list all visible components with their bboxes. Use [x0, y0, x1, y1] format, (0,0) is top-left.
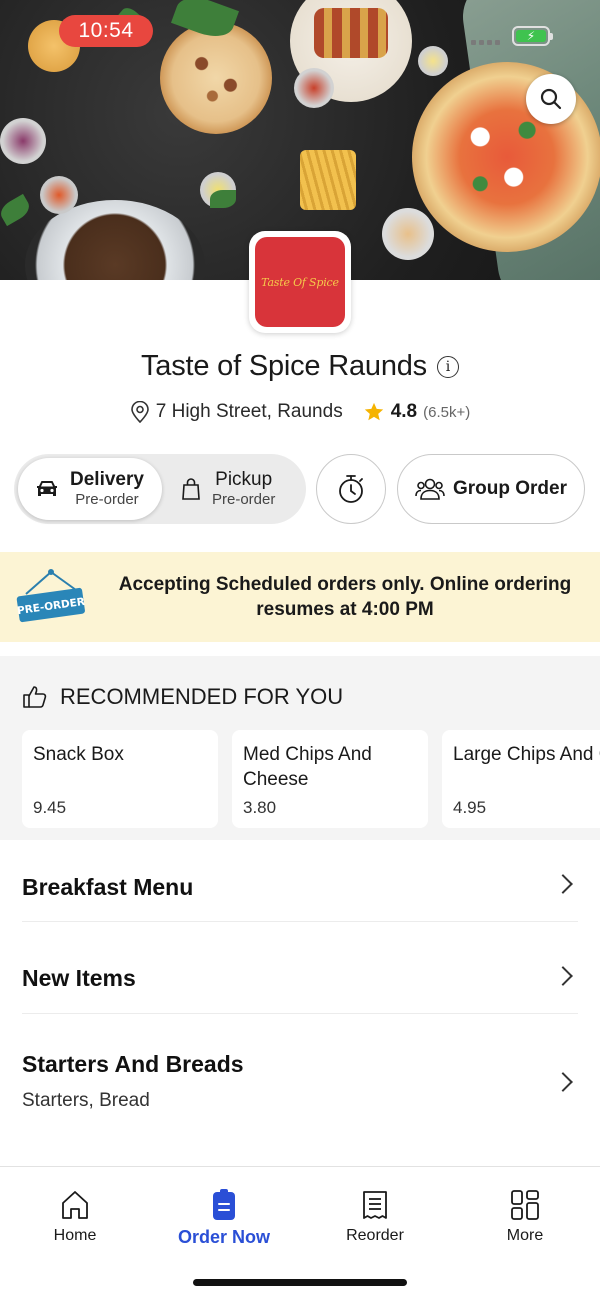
delivery-option[interactable]: Delivery Pre-order — [18, 458, 162, 520]
menu-category-new-items[interactable]: New Items — [22, 922, 578, 1014]
location-pin-icon — [130, 401, 149, 423]
chevron-right-icon — [553, 1072, 573, 1092]
nav-reorder[interactable]: Reorder — [315, 1189, 435, 1245]
delivery-label: Delivery — [70, 468, 144, 490]
star-icon — [364, 402, 383, 421]
order-mode-toggle: Delivery Pre-order Pickup Pre-order — [14, 454, 306, 524]
recommended-item[interactable]: Med Chips And Cheese 3.80 — [232, 730, 428, 828]
car-icon — [37, 481, 57, 496]
nav-home-label: Home — [53, 1227, 97, 1244]
group-order-label: Group Order — [452, 478, 567, 499]
recommended-item-price: 9.45 — [33, 798, 67, 817]
status-time: 10:54 — [59, 15, 153, 47]
pickup-option[interactable]: Pickup Pre-order — [180, 458, 310, 520]
search-button[interactable] — [526, 74, 576, 124]
logo-text: Taste Of Spice — [261, 275, 339, 289]
info-icon[interactable]: i — [436, 355, 459, 378]
group-order-button[interactable]: Group Order — [397, 454, 585, 524]
recommended-title: RECOMMENDED FOR YOU — [60, 684, 344, 709]
receipt-icon — [363, 1191, 387, 1219]
stopwatch-icon — [339, 475, 363, 503]
recommended-item-name: Snack Box — [33, 744, 124, 765]
signal-icon — [471, 40, 500, 45]
shopping-bag-icon — [182, 478, 200, 500]
preorder-sign-icon: PRE-ORDER — [16, 569, 86, 623]
order-now-icon — [213, 1189, 235, 1220]
pickup-label: Pickup — [215, 468, 273, 490]
rating-value: 4.8 — [390, 401, 418, 422]
nav-reorder-label: Reorder — [346, 1227, 404, 1244]
menu-category-subtitle: Starters, Bread — [22, 1090, 150, 1111]
nav-more-label: More — [506, 1227, 544, 1244]
banner-message: Accepting Scheduled orders only. Online … — [118, 574, 572, 620]
schedule-button[interactable] — [316, 454, 386, 524]
nav-more[interactable]: More — [465, 1189, 585, 1245]
recommended-item-name: Med Chips And Cheese — [243, 744, 372, 790]
grid-icon — [511, 1190, 539, 1220]
battery-charging-icon: ⚡ — [512, 26, 553, 46]
menu-category-title: New Items — [22, 965, 136, 991]
chevron-right-icon — [553, 874, 573, 894]
delivery-sublabel: Pre-order — [75, 491, 139, 509]
recommended-item-name: Large Chips And Cheese — [453, 744, 600, 765]
recommended-item[interactable]: Snack Box 9.45 — [22, 730, 218, 828]
group-icon — [415, 478, 445, 500]
review-count: (6.5k+) — [423, 403, 471, 421]
menu-category-title: Starters And Breads — [22, 1051, 244, 1077]
restaurant-address: 7 High Street, Raunds — [155, 401, 343, 422]
home-indicator — [193, 1279, 407, 1286]
nav-order-now-label: Order Now — [177, 1227, 270, 1247]
recommended-item-price: 3.80 — [243, 798, 277, 817]
recommended-item[interactable]: Large Chips And Cheese 4.95 — [442, 730, 600, 828]
search-icon — [540, 88, 562, 110]
chevron-right-icon — [553, 966, 573, 986]
restaurant-logo: Taste Of Spice — [249, 231, 351, 333]
menu-category-starters[interactable]: Starters And Breads Starters, Bread — [22, 1014, 578, 1134]
menu-category-title: Breakfast Menu — [22, 874, 194, 900]
home-icon — [62, 1191, 88, 1219]
nav-order-now[interactable]: Order Now — [164, 1189, 284, 1248]
menu-category-breakfast[interactable]: Breakfast Menu — [22, 840, 578, 922]
recommended-item-price: 4.95 — [453, 798, 487, 817]
nav-home[interactable]: Home — [15, 1189, 135, 1245]
pickup-sublabel: Pre-order — [212, 491, 276, 509]
restaurant-name: Taste of Spice Raunds — [141, 350, 427, 382]
thumbs-up-icon — [23, 686, 47, 708]
